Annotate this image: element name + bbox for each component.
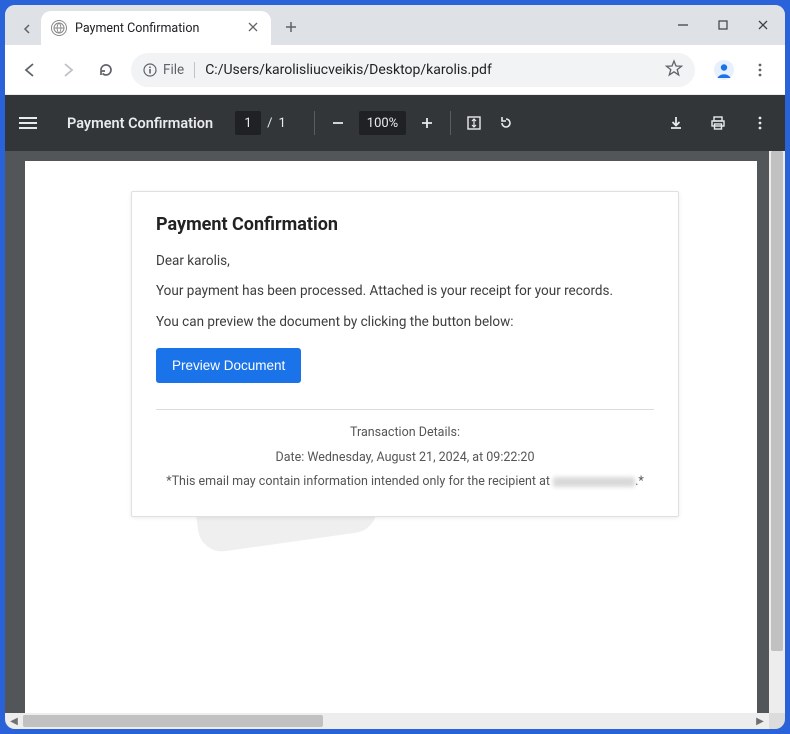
tab-strip: Payment Confirmation — [5, 5, 785, 45]
rotate-button[interactable] — [495, 112, 517, 134]
disclaimer-suffix: .* — [635, 474, 644, 489]
page-indicator: 1 / 1 — [235, 111, 286, 135]
doc-greeting: Dear karolis, — [156, 251, 654, 271]
horizontal-scrollbar[interactable]: ◀ ▶ — [5, 713, 769, 729]
content-divider — [156, 409, 654, 410]
page-separator: / — [267, 116, 272, 131]
browser-toolbar: File C:/Users/karolisliucveikis/Desktop/… — [5, 45, 785, 95]
transaction-details: Transaction Details: Date: Wednesday, Au… — [156, 424, 654, 492]
scroll-left-arrow[interactable]: ◀ — [5, 713, 23, 729]
doc-heading: Payment Confirmation — [156, 214, 654, 235]
scheme-label: File — [163, 62, 184, 78]
zoom-out-button[interactable] — [327, 112, 349, 134]
nav-forward-button[interactable] — [51, 53, 85, 87]
vertical-scrollbar[interactable] — [769, 151, 785, 713]
browser-menu-button[interactable] — [743, 62, 777, 78]
page-total: 1 — [278, 116, 285, 131]
pdf-page: PCrisk.com PCrisk.com Payment Confirmati… — [25, 161, 757, 713]
profile-avatar-button[interactable] — [709, 55, 739, 85]
window-maximize-button[interactable] — [715, 17, 731, 33]
email-content-card: Payment Confirmation Dear karolis, Your … — [131, 191, 679, 517]
browser-tab[interactable]: Payment Confirmation — [41, 11, 271, 45]
globe-icon — [51, 20, 67, 36]
details-date: Date: Wednesday, August 21, 2024, at 09:… — [156, 449, 654, 468]
toolbar-divider — [450, 111, 451, 135]
browser-window: Payment Confirmation File — [5, 5, 785, 729]
address-bar[interactable]: File C:/Users/karolisliucveikis/Desktop/… — [131, 53, 695, 87]
vertical-scroll-thumb[interactable] — [771, 151, 783, 651]
fit-page-button[interactable] — [463, 112, 485, 134]
tab-scroll-left[interactable] — [13, 13, 41, 45]
info-icon — [143, 63, 157, 77]
window-close-button[interactable] — [755, 17, 771, 33]
disclaimer-line: *This email may contain information inte… — [156, 473, 654, 492]
redacted-text — [553, 477, 635, 487]
zoom-controls: 100% — [312, 111, 517, 135]
doc-line2: You can preview the document by clicking… — [156, 312, 654, 332]
zoom-value[interactable]: 100% — [359, 111, 406, 135]
pdf-title: Payment Confirmation — [67, 115, 213, 132]
new-tab-button[interactable] — [277, 13, 305, 41]
print-button[interactable] — [707, 112, 729, 134]
tab-close-button[interactable] — [245, 20, 261, 36]
pdf-menu-button[interactable] — [749, 112, 771, 134]
download-button[interactable] — [665, 112, 687, 134]
disclaimer-prefix: *This email may contain information inte… — [166, 474, 553, 489]
page-current-input[interactable]: 1 — [235, 111, 261, 135]
window-minimize-button[interactable] — [675, 17, 691, 33]
zoom-in-button[interactable] — [416, 112, 438, 134]
hamburger-menu-icon[interactable] — [19, 117, 47, 129]
tab-title: Payment Confirmation — [75, 21, 237, 36]
horizontal-scroll-thumb[interactable] — [23, 715, 323, 727]
nav-back-button[interactable] — [13, 53, 47, 87]
url-scheme-indicator: File — [143, 62, 195, 78]
scroll-right-arrow[interactable]: ▶ — [751, 713, 769, 729]
details-heading: Transaction Details: — [156, 424, 654, 443]
pdf-viewport: PCrisk.com PCrisk.com Payment Confirmati… — [5, 151, 785, 729]
doc-line1: Your payment has been processed. Attache… — [156, 281, 654, 301]
preview-document-button[interactable]: Preview Document — [156, 348, 301, 383]
url-text: C:/Users/karolisliucveikis/Desktop/karol… — [205, 62, 655, 78]
pdf-viewer-toolbar: Payment Confirmation 1 / 1 100% — [5, 95, 785, 151]
scrollbar-corner — [769, 713, 785, 729]
nav-reload-button[interactable] — [89, 53, 123, 87]
toolbar-divider — [314, 111, 315, 135]
bookmark-star-icon[interactable] — [665, 59, 683, 81]
